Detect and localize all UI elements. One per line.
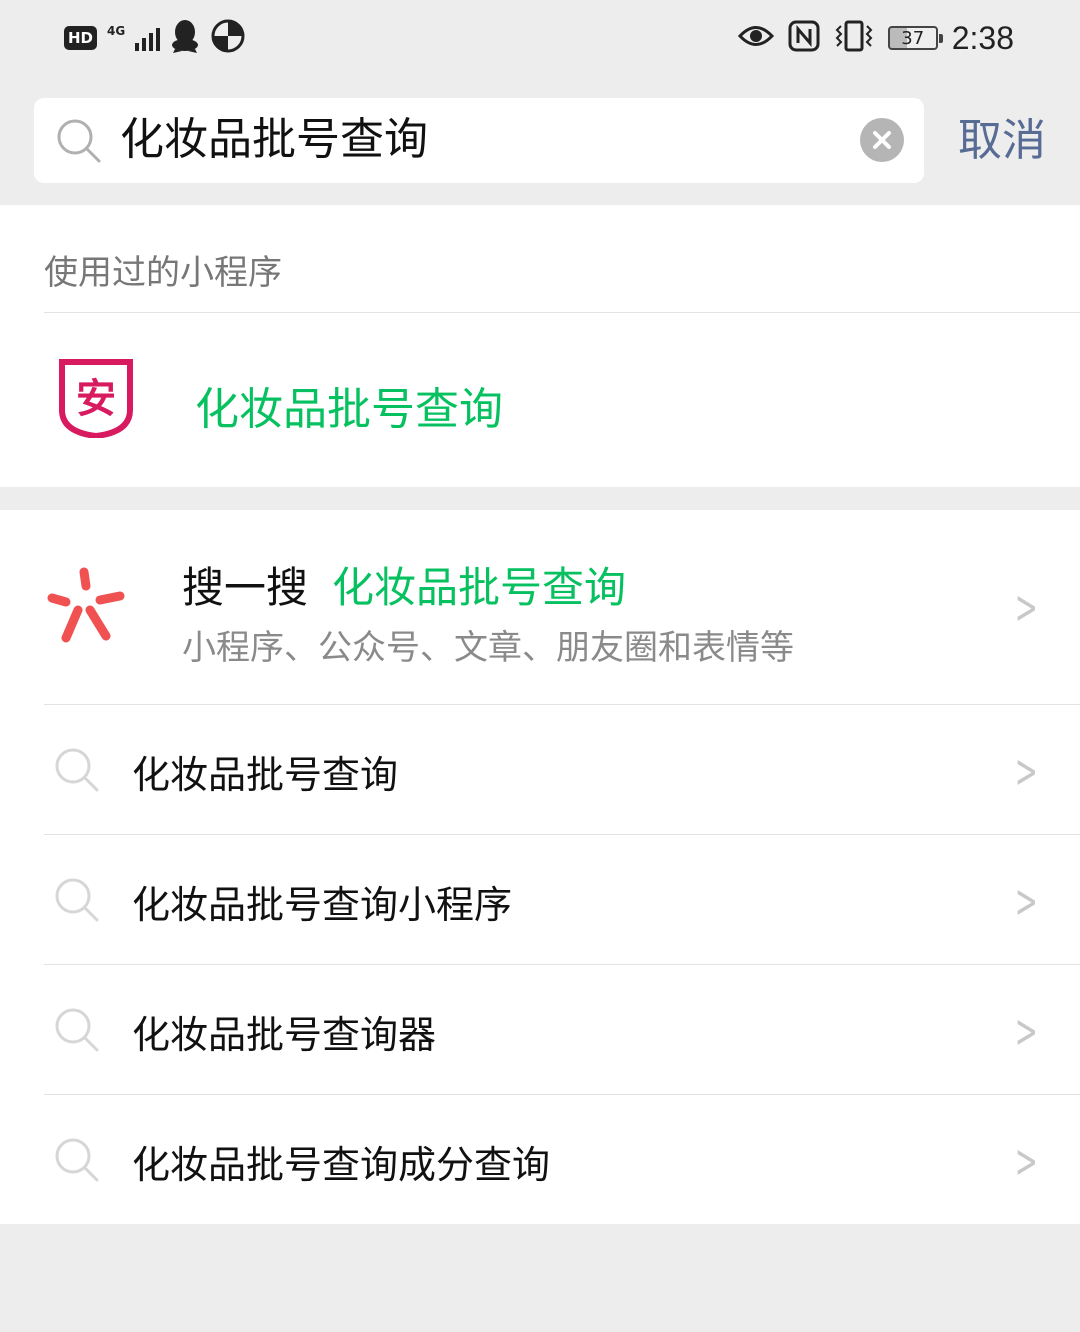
status-right-icons: 37 2:38 (737, 18, 1014, 58)
divider (44, 312, 1080, 313)
network-type-label: 4G (107, 24, 126, 38)
suggestion-row[interactable]: 化妆品批号查询小程序 > (0, 834, 1080, 964)
search-icon (54, 877, 100, 927)
chevron-right-icon: > (1015, 874, 1039, 928)
search-icon (54, 1137, 100, 1187)
shield-icon-text: 安 (76, 376, 116, 422)
search-input[interactable]: 化妆品批号查询 (34, 98, 924, 183)
status-left-icons: HD 4G (64, 18, 246, 58)
vibrate-icon (834, 20, 874, 56)
suggestion-row[interactable]: 化妆品批号查询成分查询 > (0, 1094, 1080, 1224)
search-one-title: 搜一搜 化妆品批号查询 (182, 554, 626, 615)
suggestion-text: 化妆品批号查询小程序 (132, 883, 513, 927)
section-header: 使用过的小程序 (44, 253, 282, 293)
search-one-label: 搜一搜 (182, 563, 309, 612)
suggestion-row[interactable]: 化妆品批号查询 > (0, 704, 1080, 834)
search-icon (54, 747, 100, 797)
search-icon (56, 118, 102, 168)
status-bar: HD 4G 37 2:38 (0, 0, 1080, 80)
search-one-subtitle: 小程序、公众号、文章、朋友圈和表情等 (182, 628, 794, 668)
clear-search-button[interactable] (860, 118, 904, 162)
chevron-right-icon: > (1015, 580, 1039, 634)
used-mini-programs-section: 使用过的小程序 安 化妆品批号查询 (0, 205, 1080, 487)
search-query-text[interactable]: 化妆品批号查询 (120, 112, 428, 168)
shield-icon: 安 (56, 358, 136, 442)
signal-icon (135, 25, 161, 51)
search-results-section: 搜一搜 化妆品批号查询 小程序、公众号、文章、朋友圈和表情等 > 化妆品批号查询 … (0, 510, 1080, 1224)
close-icon (873, 131, 891, 149)
search-one-row[interactable]: 搜一搜 化妆品批号查询 小程序、公众号、文章、朋友圈和表情等 > (0, 510, 1080, 704)
qq-icon (170, 19, 200, 57)
suggestion-text: 化妆品批号查询器 (132, 1013, 437, 1057)
search-one-keyword: 化妆品批号查询 (332, 563, 627, 612)
hd-icon: HD (64, 26, 98, 50)
suggestion-text: 化妆品批号查询成分查询 (132, 1143, 551, 1187)
status-time: 2:38 (951, 19, 1014, 56)
eye-icon (737, 23, 774, 53)
chevron-right-icon: > (1015, 1134, 1039, 1188)
suggestion-text: 化妆品批号查询 (132, 753, 399, 797)
suggestion-row[interactable]: 化妆品批号查询器 > (0, 964, 1080, 1094)
chevron-right-icon: > (1015, 1004, 1039, 1058)
battery-icon: 37 (887, 26, 943, 50)
chevron-right-icon: > (1015, 744, 1039, 798)
hotspot-icon (210, 18, 246, 58)
nfc-icon (788, 20, 820, 56)
search-icon (54, 1007, 100, 1057)
mini-program-name[interactable]: 化妆品批号查询 (195, 373, 503, 437)
cancel-button[interactable]: 取消 (958, 113, 1046, 169)
sou-yi-sou-icon (44, 566, 128, 654)
